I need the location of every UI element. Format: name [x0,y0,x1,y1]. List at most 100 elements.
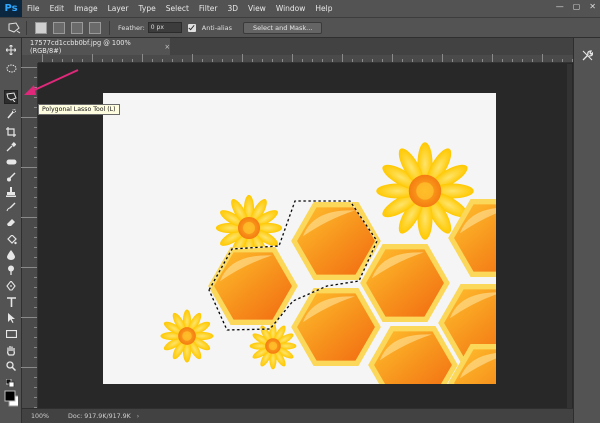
foreground-background-color-icon[interactable] [4,390,18,408]
ruler-tick [202,59,203,62]
ruler-tick [112,59,113,62]
ruler-tick [34,337,37,338]
ruler-tick [34,147,37,148]
menu-bar: Ps File Edit Image Layer Type Select Fil… [0,0,600,17]
ruler-tick [442,54,443,62]
menu-filter[interactable]: Filter [194,4,223,13]
history-brush-icon[interactable] [4,201,18,213]
crop-icon[interactable] [4,126,18,138]
ruler-tick [352,59,353,62]
add-to-selection-icon[interactable] [53,21,65,34]
annotation-arrow-icon [24,69,79,95]
menu-edit[interactable]: Edit [45,4,70,13]
eyedropper-icon[interactable] [4,141,18,153]
move-icon[interactable] [4,44,18,56]
ruler-tick [262,59,263,62]
menu-image[interactable]: Image [69,4,103,13]
eraser-icon[interactable] [4,216,18,228]
ruler-tick [34,197,37,198]
options-bar: Feather: 0 px Anti-alias Select and Mask… [0,17,600,38]
menu-3d[interactable]: 3D [222,4,243,13]
zoom-level[interactable]: 100% [22,413,62,420]
ruler-tick [21,117,37,118]
hand-icon[interactable] [4,344,18,356]
select-and-mask-button[interactable]: Select and Mask... [243,21,323,34]
minimize-icon[interactable]: — [556,2,564,11]
document-tab[interactable]: 17577cd1ccbb0bf.jpg @ 100% (RGB/8#) × [22,38,170,55]
ruler-tick [532,59,533,62]
ruler-tick [192,54,193,62]
menu-select[interactable]: Select [161,4,194,13]
ruler-tick [132,59,133,62]
tab-close-icon[interactable]: × [164,43,170,51]
ruler-tick [402,59,403,62]
path-selection-icon[interactable] [4,312,18,324]
clone-stamp-icon[interactable] [4,186,18,198]
quick-selection-icon[interactable] [4,108,18,120]
menu-view[interactable]: View [243,4,271,13]
ruler-tick [34,297,37,298]
menu-help[interactable]: Help [310,4,337,13]
menu-layer[interactable]: Layer [103,4,134,13]
menu-type[interactable]: Type [134,4,161,13]
pen-icon[interactable] [4,280,18,292]
ruler-tick [282,59,283,62]
ruler-tick [512,59,513,62]
ruler-tick [222,59,223,62]
intersect-selection-icon[interactable] [89,21,101,34]
vertical-scrollbar[interactable] [567,64,572,408]
ruler-tick [62,59,63,62]
rectangle-icon[interactable] [4,328,18,340]
menu-window[interactable]: Window [271,4,311,13]
maximize-icon[interactable]: ▢ [573,2,581,11]
ruler-tick [172,59,173,62]
feather-label: Feather: [118,23,145,32]
ruler-tick [422,59,423,62]
close-icon[interactable]: ✕ [589,2,596,11]
canvas-area[interactable] [39,64,573,408]
zoom-icon[interactable] [4,360,18,372]
tool-preset-icon[interactable] [7,21,21,34]
blur-icon[interactable] [4,249,18,261]
ruler-tick [322,59,323,62]
status-bar: 100% Doc: 917.9K/917.9K › [22,408,573,423]
ruler-tick [142,54,143,62]
paint-bucket-icon[interactable] [4,234,18,246]
ruler-tick [162,59,163,62]
antialias-checkbox[interactable] [187,23,196,32]
healing-brush-icon[interactable] [4,156,18,168]
new-selection-icon[interactable] [35,21,47,34]
ruler-tick [34,187,37,188]
ruler-tick [52,59,53,62]
ruler-tick [21,317,37,318]
ruler-tick [122,59,123,62]
dodge-icon[interactable] [4,264,18,276]
ruler-tick [472,59,473,62]
ruler-tick [552,59,553,62]
ruler-tick [252,59,253,62]
ruler-tick [34,277,37,278]
vertical-ruler [21,63,38,408]
brush-icon[interactable] [4,171,18,183]
document-size: Doc: 917.9K/917.9K [68,412,131,420]
default-colors-icon[interactable] [4,379,18,387]
ruler-tick [34,377,37,378]
ruler-tick [34,157,37,158]
feather-input[interactable]: 0 px [147,22,182,33]
ruler-tick [42,54,43,62]
status-menu-arrow-icon[interactable]: › [137,413,139,420]
subtract-from-selection-icon[interactable] [71,21,83,34]
menu-file[interactable]: File [22,4,45,13]
ruler-tick [212,59,213,62]
ruler-tick [502,59,503,62]
type-icon[interactable] [4,296,18,308]
ruler-tick [182,59,183,62]
ruler-tick [432,59,433,62]
document-tab-title: 17577cd1ccbb0bf.jpg @ 100% (RGB/8#) [30,38,131,55]
ruler-tick [21,267,37,268]
horizontal-ruler [38,54,573,63]
document-canvas[interactable] [103,93,496,384]
ruler-tick [542,54,543,62]
tools-wrench-icon[interactable] [582,50,594,64]
ruler-tick [72,59,73,62]
